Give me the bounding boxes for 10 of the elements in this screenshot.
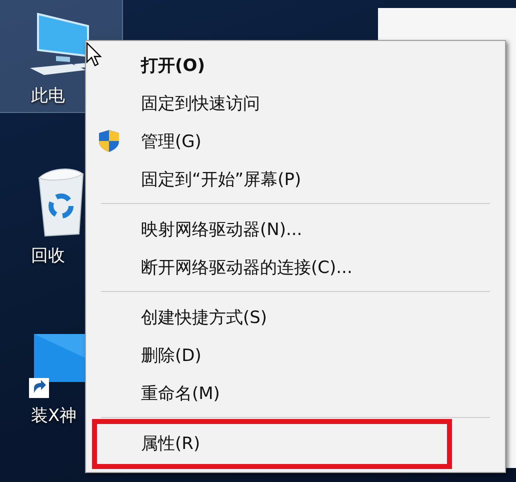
- menu-item[interactable]: 创建快捷方式(S): [86, 298, 505, 336]
- icon-label: 装X神: [30, 405, 77, 427]
- shield-icon: [98, 129, 120, 153]
- menu-item[interactable]: 删除(D): [86, 336, 505, 374]
- menu-item[interactable]: 管理(G): [86, 122, 505, 160]
- cursor-icon: [86, 42, 102, 68]
- icon-label: 此电: [30, 85, 65, 107]
- icon-label: 回收: [30, 245, 65, 267]
- menu-item[interactable]: 重命名(M): [86, 374, 505, 412]
- menu-item[interactable]: 属性(R): [97, 424, 447, 462]
